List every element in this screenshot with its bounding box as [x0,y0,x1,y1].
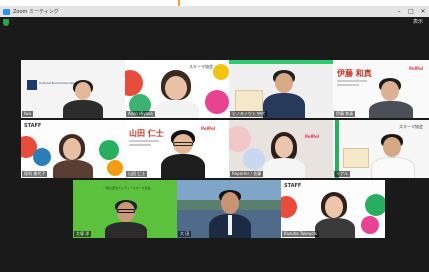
glasses [173,142,193,146]
participant-name: 大塚 洋 [74,231,92,237]
participant-face [381,81,399,101]
meeting-top-bar: 表示 [0,17,429,28]
zoom-app-icon [3,8,10,15]
slide-name: 伊藤 和真 [337,69,372,78]
tile-org: STAFF [284,183,302,189]
video-tile[interactable]: 大 田 [177,180,281,238]
tile-org: 一般社団法人シティースキーマ協会 [103,186,151,190]
tile-org: スキーマ協会 [399,124,423,129]
participant-face [75,82,91,100]
participant-name: リアル [334,171,350,177]
video-tile[interactable]: STAFF Kazuha Takeuchi [281,180,385,238]
participant-name: 保利 美代子 [22,171,48,177]
tile-org: STAFF [24,123,42,129]
tile-org: PolPol [305,134,320,139]
participant-face [275,136,293,158]
tile-org: スキーマ協会 [189,64,213,69]
video-tile[interactable]: 山田 仁士 PolPol 山田 仁士 [125,120,229,178]
logo-icon [27,80,37,90]
participant-name: ヒノキノウト 中代 [230,111,267,117]
video-tile[interactable]: 一般社団法人シティースキーマ協会 大塚 洋 [73,180,177,238]
participant-name: 山田 仁士 [126,171,148,177]
participant-name: 大 田 [178,231,192,237]
glasses [117,209,135,213]
participant-face [221,192,239,214]
participant-face [325,196,343,218]
video-tile[interactable]: PolPol Reporter / 佐藤 [229,120,333,178]
tile-org: PolPol [201,126,216,131]
participant-name: Reporter / 佐藤 [230,171,264,177]
participant-face [383,137,401,157]
close-button[interactable]: ✕ [417,6,429,17]
participant-name: Iwa [22,111,33,117]
slide-name: 山田 仁士 [129,129,164,138]
video-tile[interactable]: スキーマ協会 リアル [333,120,429,178]
video-tile[interactable]: スキーマ協会 Allen Hiyasa [125,60,229,118]
maximize-button[interactable]: □ [405,6,417,17]
video-tile[interactable]: 伊藤 和真 PolPol 伊藤 和真 [333,60,429,118]
participant-face [165,76,187,100]
video-tile[interactable]: STAFF 保利 美代子 [21,120,125,178]
video-tile[interactable]: Cultural Economics Association Iwa [21,60,125,118]
window-title: Zoom ミーティング [13,9,59,15]
view-button[interactable]: 表示 [413,18,423,25]
shield-icon[interactable] [3,19,9,26]
title-bar: Zoom ミーティング – □ ✕ [0,6,429,17]
participant-name: Kazuha Takeuchi [282,231,320,237]
participant-name: 伊藤 和真 [334,111,356,117]
tile-org: PolPol [409,66,424,71]
minimize-button[interactable]: – [393,6,405,17]
participant-face [275,73,293,93]
participant-face [63,138,81,160]
zoom-window: Zoom ミーティング – □ ✕ 表示 Cultural Economics … [0,6,429,272]
poster [343,148,369,168]
poster [235,90,263,112]
video-tile[interactable]: ヒノキノウト 中代 [229,60,333,118]
participant-name: Allen Hiyasa [126,111,155,117]
